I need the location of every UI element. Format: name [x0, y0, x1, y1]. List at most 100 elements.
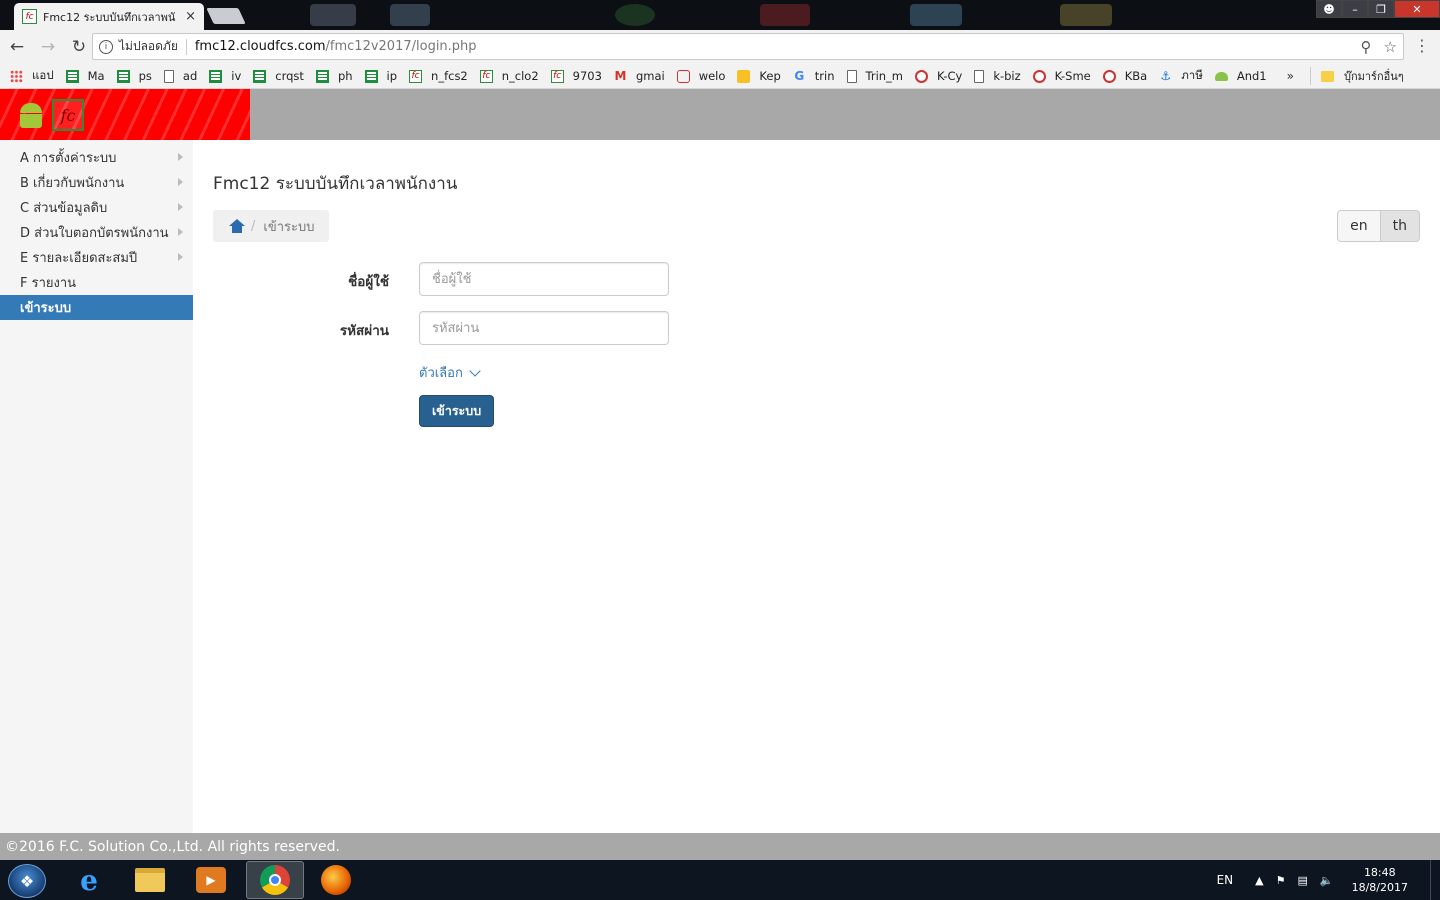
- minimize-button[interactable]: –: [1342, 0, 1368, 18]
- bookmark-item[interactable]: fc 9703: [550, 69, 602, 83]
- sidebar-item[interactable]: D ส่วนใบตอกบัตรพนักงาน: [0, 220, 193, 245]
- bookmark-item[interactable]: ps: [116, 69, 152, 83]
- fc-icon: fc: [479, 69, 493, 83]
- reload-icon[interactable]: ↻: [65, 33, 93, 61]
- keep-icon: [737, 69, 751, 83]
- login-button[interactable]: เข้าระบบ: [419, 395, 495, 427]
- folder-icon: [1320, 70, 1334, 82]
- file-explorer-icon: [135, 868, 165, 892]
- bookmark-item[interactable]: KBa: [1102, 69, 1148, 83]
- sidebar-item-label: เข้าระบบ: [20, 301, 72, 316]
- taskbar-media-player[interactable]: ▶: [182, 861, 240, 899]
- new-tab-button[interactable]: [206, 8, 246, 24]
- taskbar-ie[interactable]: e: [60, 861, 118, 899]
- internet-explorer-icon: e: [80, 863, 98, 897]
- key-icon[interactable]: ⚲: [1361, 38, 1372, 56]
- bookmark-item[interactable]: Ma: [65, 69, 105, 83]
- sidebar-item[interactable]: F รายงาน: [0, 270, 193, 295]
- browser-menu-icon[interactable]: ⋮: [1414, 38, 1430, 54]
- desktop-icon-strip: [390, 4, 430, 26]
- taskbar-explorer[interactable]: [121, 861, 179, 899]
- bookmark-item[interactable]: And1: [1214, 69, 1267, 83]
- close-window-button[interactable]: ✕: [1394, 0, 1440, 18]
- show-hidden-icons-icon[interactable]: ▲: [1255, 874, 1263, 887]
- url-host: fmc12.cloudfcs.com: [194, 39, 326, 54]
- chevron-down-icon: [469, 364, 481, 377]
- sidebar-item[interactable]: E รายละเอียดสะสมปี: [0, 245, 193, 270]
- page-icon: [846, 69, 857, 83]
- bookmark-label: ph: [337, 69, 353, 83]
- bookmark-item[interactable]: K-Cy: [915, 69, 962, 83]
- bookmark-label: K-Sme: [1054, 69, 1091, 83]
- sheet-icon: [116, 69, 130, 83]
- bookmark-item[interactable]: ph: [315, 69, 353, 83]
- bookmark-item[interactable]: fc n_clo2: [479, 69, 539, 83]
- sidebar-item-label: C ส่วนข้อมูลดิบ: [20, 201, 108, 216]
- desktop-icon-strip: [310, 4, 356, 26]
- brand-logo-area[interactable]: fc: [0, 89, 250, 140]
- info-icon[interactable]: i: [99, 39, 113, 54]
- bookmark-item[interactable]: welo: [676, 69, 725, 83]
- kbank-icon: [915, 69, 928, 83]
- username-row: ชื่อผู้ใช้: [193, 262, 693, 296]
- system-tray: EN ▲ ⚑ ▤ 🔈 18:48 18/8/2017: [1217, 860, 1440, 900]
- show-desktop-button[interactable]: [1430, 860, 1440, 900]
- bookmark-item[interactable]: crqst: [253, 69, 304, 83]
- home-icon[interactable]: [229, 219, 245, 233]
- bookmark-label: And1: [1236, 69, 1267, 83]
- network-icon[interactable]: ▤: [1297, 874, 1307, 887]
- restore-button[interactable]: ❐: [1368, 0, 1394, 18]
- password-input[interactable]: [419, 311, 669, 345]
- volume-icon[interactable]: 🔈: [1320, 874, 1334, 887]
- browser-tab-active[interactable]: fc Fmc12 ระบบบันทึกเวลาพนั ×: [14, 3, 204, 30]
- bookmark-item[interactable]: Trin_m: [846, 69, 903, 83]
- taskbar-firefox[interactable]: [307, 861, 365, 899]
- close-tab-icon[interactable]: ×: [185, 9, 196, 24]
- bookmark-item[interactable]: ⚓ ภาษี: [1159, 67, 1203, 85]
- firefox-icon: [321, 865, 351, 895]
- breadcrumb-separator: /: [251, 218, 256, 234]
- password-label: รหัสผ่าน: [339, 323, 389, 339]
- forward-arrow-icon[interactable]: →: [34, 33, 62, 61]
- bookmark-item[interactable]: ad: [163, 69, 197, 83]
- bookmark-item[interactable]: ip: [364, 69, 397, 83]
- action-center-flag-icon[interactable]: ⚑: [1276, 874, 1286, 887]
- bookmark-item[interactable]: fc n_fcs2: [409, 69, 468, 83]
- bookmark-item[interactable]: Gtrin: [793, 69, 835, 83]
- security-label: ไม่ปลอดภัย: [119, 39, 178, 53]
- user-profile-icon[interactable]: ☻: [1316, 0, 1342, 18]
- bookmark-item[interactable]: Mgmai: [614, 69, 664, 83]
- bookmark-item[interactable]: แอป: [10, 67, 54, 85]
- start-button[interactable]: ❖: [8, 864, 46, 898]
- desktop-icon-strip: [615, 4, 655, 26]
- back-arrow-icon[interactable]: ←: [3, 33, 31, 61]
- input-language[interactable]: EN: [1217, 873, 1234, 887]
- lang-th-button[interactable]: th: [1380, 210, 1420, 242]
- gmail-icon: M: [614, 69, 627, 83]
- options-toggle[interactable]: ตัวเลือก: [419, 362, 481, 383]
- sidebar-item[interactable]: B เกี่ยวกับพนักงาน: [0, 170, 193, 195]
- bookmark-item[interactable]: k-biz: [974, 69, 1021, 83]
- username-input[interactable]: [419, 262, 669, 296]
- android-icon: [1214, 71, 1228, 81]
- sidebar-item[interactable]: A การตั้งค่าระบบ: [0, 145, 193, 170]
- bookmark-label: trin: [814, 69, 835, 83]
- bookmark-item[interactable]: K-Sme: [1032, 69, 1091, 83]
- bookmark-item[interactable]: Kep: [737, 69, 781, 83]
- sidebar-item[interactable]: เข้าระบบ: [0, 295, 193, 320]
- bookmark-star-icon[interactable]: ☆: [1384, 38, 1397, 56]
- bookmark-label: KBa: [1124, 69, 1148, 83]
- url-path: /fmc12v2017/login.php: [325, 39, 477, 54]
- sidebar-item[interactable]: C ส่วนข้อมูลดิบ: [0, 195, 193, 220]
- clock[interactable]: 18:48 18/8/2017: [1352, 865, 1408, 895]
- clock-date: 18/8/2017: [1351, 881, 1408, 894]
- chevron-right-icon: [178, 178, 183, 186]
- other-bookmarks-folder[interactable]: บุ๊กมาร์กอื่นๆ: [1309, 67, 1404, 85]
- address-bar[interactable]: i ไม่ปลอดภัย fmc12.cloudfcs.com/fmc12v20…: [92, 33, 1404, 60]
- more-bookmarks-chevron-icon[interactable]: »: [1287, 69, 1294, 83]
- window-controls: ☻ – ❐ ✕: [1316, 0, 1440, 18]
- android-logo-icon: [20, 103, 44, 129]
- taskbar-chrome[interactable]: [246, 861, 304, 899]
- bookmark-item[interactable]: iv: [209, 69, 241, 83]
- lang-en-button[interactable]: en: [1337, 210, 1381, 242]
